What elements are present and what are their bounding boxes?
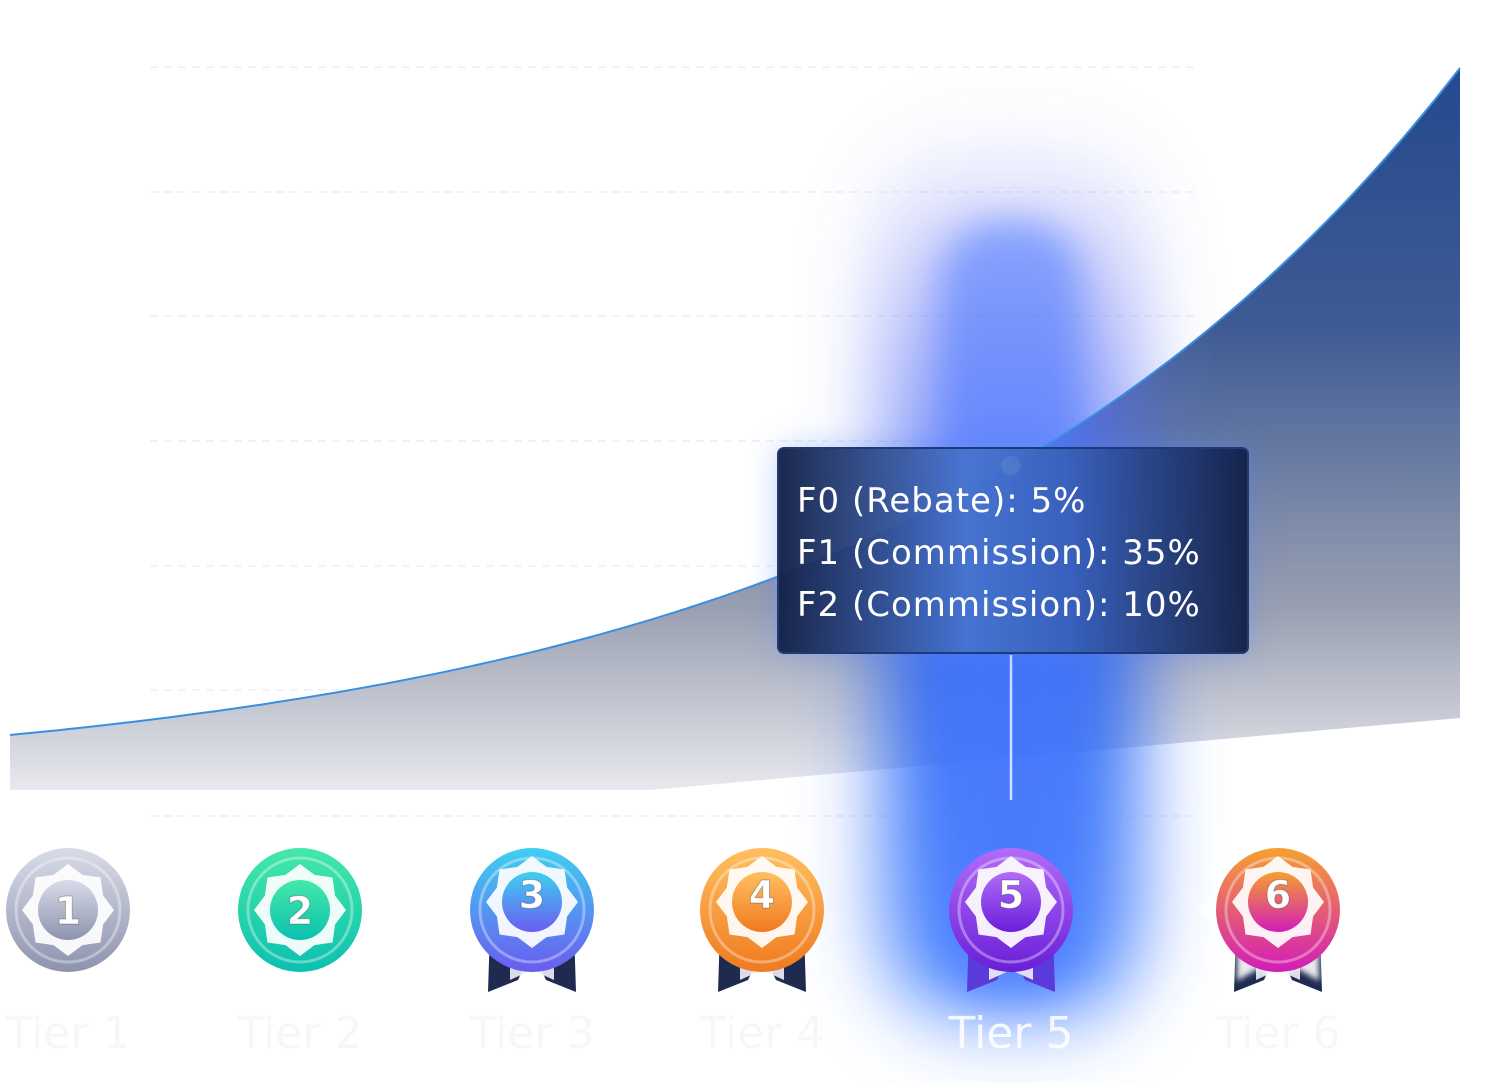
tier-tooltip: F0 (Rebate): 5% F1 (Commission): 35% F2 … xyxy=(777,447,1249,654)
tier-progression-chart: 1 2 3 4 5 6 F0 (Rebate): 5% F1 (Commission): … xyxy=(0,0,1512,1083)
chart-canvas: 1 2 3 4 5 6 xyxy=(6,66,1461,1040)
tier-3-badge: 3 xyxy=(470,848,594,992)
tier-label[interactable]: Tier 5 xyxy=(911,1008,1111,1059)
tooltip-line-f1: F1 (Commission): 35% xyxy=(797,533,1201,573)
tier-2-badge: 2 xyxy=(238,848,362,972)
badge-number: 6 xyxy=(1265,873,1291,917)
tooltip-line-f2: F2 (Commission): 10% xyxy=(797,585,1201,625)
badge-number: 2 xyxy=(287,889,313,933)
tier-label[interactable]: Tier 3 xyxy=(432,1008,632,1059)
area-fill xyxy=(10,68,1460,790)
tier-badges: 1 2 3 4 5 6 xyxy=(6,828,1360,992)
tier-label[interactable]: Tier 6 xyxy=(1178,1008,1378,1059)
tier-label[interactable]: Tier 2 xyxy=(200,1008,400,1059)
badge-number: 1 xyxy=(55,889,81,933)
tier-4-badge: 4 xyxy=(700,848,824,992)
badge-number: 5 xyxy=(998,873,1024,917)
tier-label[interactable]: Tier 4 xyxy=(662,1008,862,1059)
tier-label[interactable]: Tier 1 xyxy=(0,1008,168,1059)
tier-6-badge: 6 xyxy=(1196,828,1360,992)
tier-1-badge: 1 xyxy=(6,848,130,972)
badge-number: 4 xyxy=(749,873,775,917)
tooltip-line-f0: F0 (Rebate): 5% xyxy=(797,481,1087,521)
area-series xyxy=(10,68,1460,790)
badge-number: 3 xyxy=(519,873,545,917)
